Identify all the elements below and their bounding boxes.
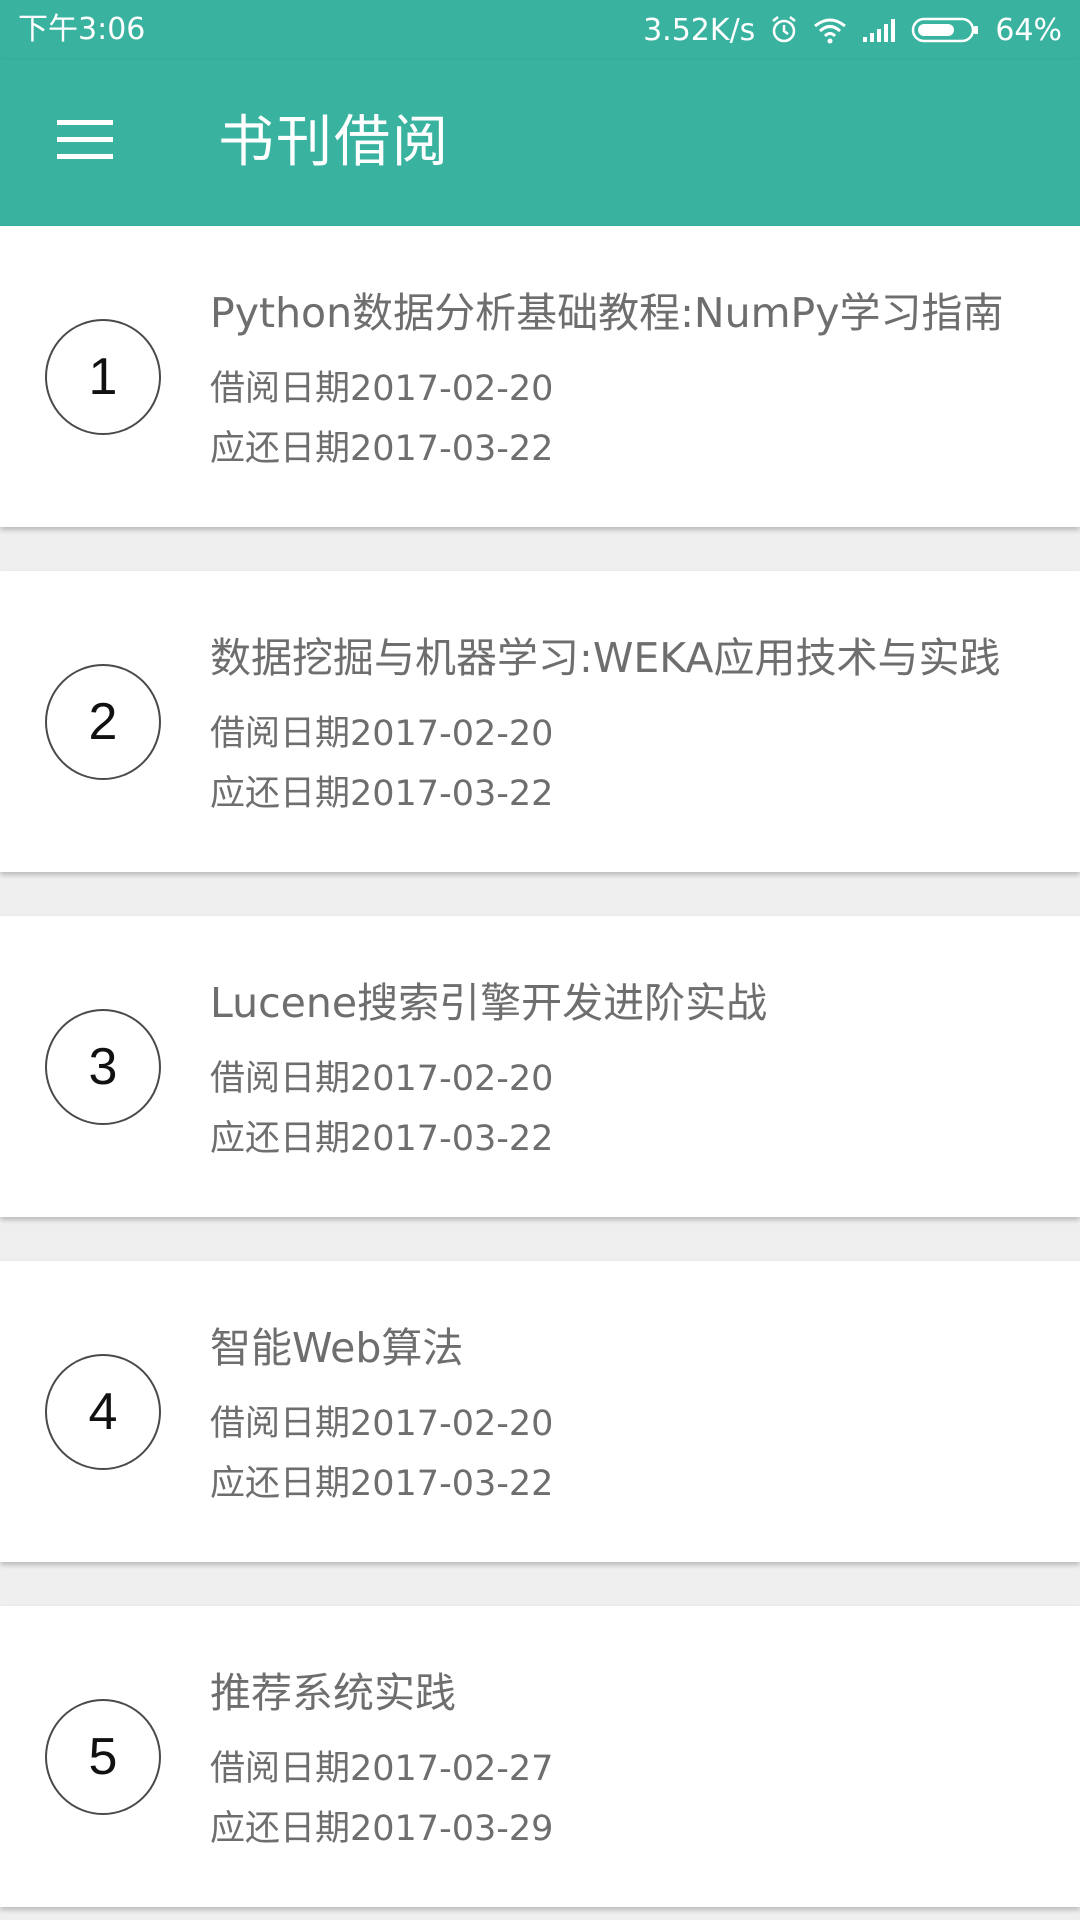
wifi-icon bbox=[813, 16, 847, 44]
app-bar: 书刊借阅 bbox=[0, 60, 1080, 226]
battery-percent: 64% bbox=[995, 12, 1062, 48]
battery-icon bbox=[911, 16, 981, 44]
status-icons: 3.52K/s 64% bbox=[643, 10, 1062, 50]
borrow-date: 借阅日期2017-02-27 bbox=[210, 1749, 554, 1789]
due-date: 应还日期2017-03-22 bbox=[210, 1464, 554, 1504]
book-index-badge: 3 bbox=[45, 1009, 161, 1125]
menu-button[interactable] bbox=[40, 95, 130, 185]
due-date: 应还日期2017-03-29 bbox=[210, 1809, 554, 1849]
book-title: 数据挖掘与机器学习:WEKA应用技术与实践 bbox=[210, 634, 1001, 682]
book-card[interactable]: 3 Lucene搜索引擎开发进阶实战 借阅日期2017-02-20 应还日期20… bbox=[0, 916, 1080, 1217]
book-index-badge: 4 bbox=[45, 1354, 161, 1470]
borrow-date: 借阅日期2017-02-20 bbox=[210, 1059, 554, 1099]
due-date: 应还日期2017-03-22 bbox=[210, 1119, 554, 1159]
status-bar: 下午3:06 3.52K/s 64% bbox=[0, 0, 1080, 60]
borrow-date: 借阅日期2017-02-20 bbox=[210, 714, 554, 754]
book-title: 推荐系统实践 bbox=[210, 1669, 456, 1717]
due-date: 应还日期2017-03-22 bbox=[210, 774, 554, 814]
book-card[interactable]: 2 数据挖掘与机器学习:WEKA应用技术与实践 借阅日期2017-02-20 应… bbox=[0, 571, 1080, 872]
signal-icon bbox=[861, 17, 897, 43]
book-index-badge: 2 bbox=[45, 664, 161, 780]
borrow-date: 借阅日期2017-02-20 bbox=[210, 369, 554, 409]
book-title: Lucene搜索引擎开发进阶实战 bbox=[210, 979, 768, 1027]
due-date: 应还日期2017-03-22 bbox=[210, 429, 554, 469]
book-card[interactable]: 4 智能Web算法 借阅日期2017-02-20 应还日期2017-03-22 bbox=[0, 1261, 1080, 1562]
book-index-badge: 5 bbox=[45, 1699, 161, 1815]
book-index-badge: 1 bbox=[45, 319, 161, 435]
alarm-icon bbox=[769, 15, 799, 45]
borrow-date: 借阅日期2017-02-20 bbox=[210, 1404, 554, 1444]
network-speed: 3.52K/s bbox=[643, 12, 756, 48]
status-time: 下午3:06 bbox=[18, 12, 146, 47]
book-title: 智能Web算法 bbox=[210, 1324, 464, 1372]
book-title: Python数据分析基础教程:NumPy学习指南 bbox=[210, 289, 1004, 337]
page-title: 书刊借阅 bbox=[218, 110, 450, 175]
book-card[interactable]: 5 推荐系统实践 借阅日期2017-02-27 应还日期2017-03-29 bbox=[0, 1606, 1080, 1907]
book-card[interactable]: 1 Python数据分析基础教程:NumPy学习指南 借阅日期2017-02-2… bbox=[0, 226, 1080, 527]
hamburger-menu-icon bbox=[57, 120, 113, 159]
